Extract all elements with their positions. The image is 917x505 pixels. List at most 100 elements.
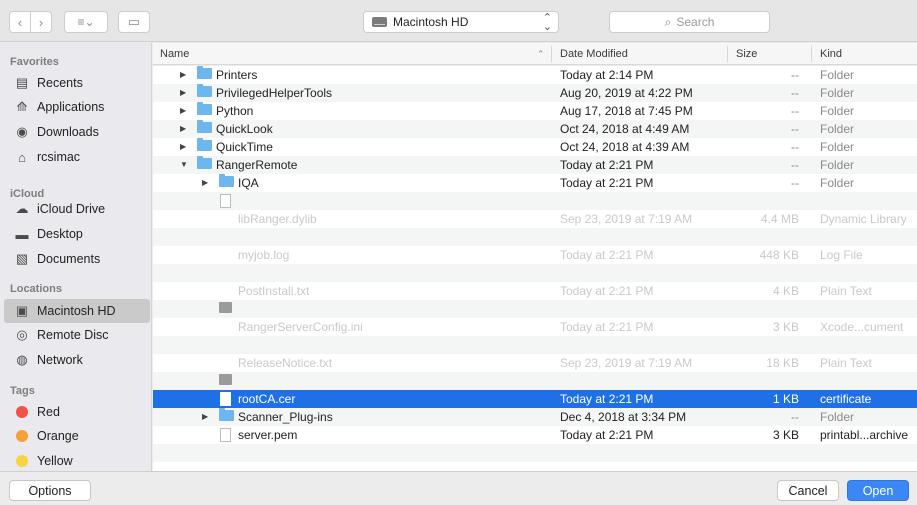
file-name: ReleaseNotice.txt bbox=[238, 356, 333, 370]
folder-row[interactable]: ▶ Scanner_Plug-ins Dec 4, 2018 at 3:34 PM -… bbox=[153, 408, 917, 426]
tag-color-dot bbox=[16, 430, 28, 442]
column-date[interactable]: Date Modified bbox=[560, 48, 628, 60]
file-size: 1 KB bbox=[772, 392, 799, 406]
hard-drive-icon: ▣ bbox=[15, 303, 29, 318]
applications-icon: ⟰ bbox=[16, 99, 28, 114]
file-row[interactable]: PostInstall.txt Today at 2:21 PM 4 KB Plain… bbox=[153, 282, 917, 300]
sidebar-item-yellow[interactable]: Yellow bbox=[4, 449, 150, 471]
disclosure-closed-icon[interactable]: ▶ bbox=[180, 88, 186, 97]
folder-icon bbox=[197, 120, 212, 133]
search-input[interactable]: ⌕ Search bbox=[609, 11, 770, 33]
folder-row[interactable]: ▶ QuickLook Oct 24, 2018 at 4:49 AM -- Folde… bbox=[153, 120, 917, 138]
tag-color-dot bbox=[16, 406, 28, 418]
sidebar-item-desktop[interactable]: ▬ Desktop bbox=[4, 222, 150, 246]
column-separator[interactable] bbox=[551, 46, 552, 62]
sidebar-item-label: Network bbox=[37, 353, 83, 367]
disclosure-closed-icon[interactable]: ▶ bbox=[180, 70, 186, 79]
folder-icon bbox=[219, 408, 234, 421]
file-name: IQA bbox=[238, 176, 259, 190]
sidebar-item-network[interactable]: ◍ Network bbox=[4, 348, 150, 372]
sidebar-item-rcsimac[interactable]: ⌂ rcsimac bbox=[4, 145, 150, 169]
tags-header: Tags bbox=[10, 385, 35, 397]
file-row[interactable] bbox=[153, 444, 917, 462]
column-name[interactable]: Name bbox=[160, 48, 189, 60]
file-row[interactable] bbox=[153, 336, 917, 354]
documents-icon: ▧ bbox=[15, 251, 29, 266]
file-name: server.pem bbox=[238, 428, 298, 442]
file-date: Dec 4, 2018 at 3:34 PM bbox=[560, 410, 687, 424]
file-row[interactable] bbox=[153, 372, 917, 390]
back-button[interactable]: ‹ bbox=[9, 11, 31, 33]
disclosure-closed-icon[interactable]: ▶ bbox=[180, 106, 186, 115]
file-row[interactable] bbox=[153, 300, 917, 318]
disclosure-open-icon[interactable]: ▼ bbox=[180, 160, 188, 169]
sidebar-item-red[interactable]: Red bbox=[4, 400, 150, 424]
disclosure-closed-icon[interactable]: ▶ bbox=[180, 124, 186, 133]
file-kind: Folder bbox=[820, 122, 855, 136]
folder-row[interactable]: ▶ Python Aug 17, 2018 at 7:45 PM -- Folder bbox=[153, 102, 917, 120]
sidebar-item-applications[interactable]: ⟰ Applications bbox=[4, 95, 150, 119]
sidebar-item-recents[interactable]: ▤ Recents bbox=[4, 71, 150, 95]
sidebar-item-icloud-drive[interactable]: ☁ iCloud Drive bbox=[4, 197, 150, 221]
disclosure-closed-icon[interactable]: ▶ bbox=[202, 412, 208, 421]
column-separator[interactable] bbox=[811, 46, 812, 62]
document-icon bbox=[220, 194, 231, 208]
file-list[interactable]: ▶ Printers Today at 2:14 PM -- Folder ▶ Privil… bbox=[153, 66, 917, 471]
sidebar-item-documents[interactable]: ▧ Documents bbox=[4, 247, 150, 271]
folder-icon bbox=[197, 84, 212, 97]
sidebar-item-label: Downloads bbox=[37, 125, 99, 139]
sidebar-item-label: rcsimac bbox=[37, 150, 81, 164]
file-row[interactable]: myjob.log Today at 2:21 PM 448 KB Log File bbox=[153, 246, 917, 264]
file-row[interactable]: server.pem Today at 2:21 PM 3 KB printabl..… bbox=[153, 426, 917, 444]
cloud-icon: ☁ bbox=[15, 201, 29, 216]
disclosure-closed-icon[interactable]: ▶ bbox=[202, 178, 208, 187]
folder-row[interactable]: ▼ RangerRemote Today at 2:21 PM -- Folder bbox=[153, 156, 917, 174]
file-kind: Folder bbox=[820, 176, 855, 190]
file-date: Oct 24, 2018 at 4:49 AM bbox=[560, 122, 690, 136]
sidebar-item-orange[interactable]: Orange bbox=[4, 424, 150, 448]
forward-button[interactable]: › bbox=[30, 11, 52, 33]
sidebar-item-remote-disc[interactable]: ◎ Remote Disc bbox=[4, 323, 150, 347]
sidebar-item-label: Orange bbox=[37, 429, 79, 443]
file-name: RangerServerConfig.ini bbox=[238, 320, 363, 334]
file-row[interactable]: rootCA.cer Today at 2:21 PM 1 KB certificat… bbox=[153, 390, 917, 408]
open-button[interactable]: Open bbox=[847, 480, 909, 501]
file-size: 18 KB bbox=[766, 356, 799, 370]
view-options-button[interactable]: ≡⌄ bbox=[64, 11, 108, 33]
options-button[interactable]: Options bbox=[9, 480, 91, 501]
updown-chevron-icon: ⌃ ⌄ bbox=[542, 12, 552, 33]
disclosure-closed-icon[interactable]: ▶ bbox=[180, 142, 186, 151]
file-name: rootCA.cer bbox=[238, 392, 296, 406]
folder-row[interactable]: ▶ QuickTime Oct 24, 2018 at 4:39 AM -- Folde… bbox=[153, 138, 917, 156]
folder-row[interactable]: ▶ PrivilegedHelperTools Aug 20, 2019 at 4:… bbox=[153, 84, 917, 102]
chevron-left-icon: ‹ bbox=[17, 14, 23, 30]
column-size[interactable]: Size bbox=[736, 48, 757, 60]
file-size: 4.4 MB bbox=[760, 212, 799, 226]
file-name: Python bbox=[216, 104, 254, 118]
new-folder-button[interactable]: ▭ bbox=[118, 11, 150, 33]
sidebar-item-macintosh-hd[interactable]: ▣ Macintosh HD bbox=[4, 299, 150, 323]
file-kind: Plain Text bbox=[820, 284, 872, 298]
disc-icon: ◎ bbox=[16, 327, 28, 342]
file-size: 4 KB bbox=[772, 284, 799, 298]
cancel-button[interactable]: Cancel bbox=[777, 480, 839, 501]
file-row[interactable]: RangerServerConfig.ini Today at 2:21 PM 3 … bbox=[153, 318, 917, 336]
file-row[interactable] bbox=[153, 192, 917, 210]
file-row[interactable]: libRanger.dylib Sep 23, 2019 at 7:19 AM 4.… bbox=[153, 210, 917, 228]
file-size: -- bbox=[791, 410, 799, 424]
file-row[interactable] bbox=[153, 228, 917, 246]
column-separator[interactable] bbox=[727, 46, 728, 62]
file-kind: Dynamic Library bbox=[820, 212, 907, 226]
location-select[interactable]: Macintosh HD ⌃ ⌄ bbox=[363, 11, 559, 33]
sidebar-item-downloads[interactable]: ◉ Downloads bbox=[4, 120, 150, 144]
file-date: Today at 2:21 PM bbox=[560, 320, 654, 334]
file-size: -- bbox=[791, 140, 799, 154]
folder-row[interactable]: ▶ Printers Today at 2:14 PM -- Folder bbox=[153, 66, 917, 84]
file-name: Printers bbox=[216, 68, 258, 82]
file-date: Sep 23, 2019 at 7:19 AM bbox=[560, 356, 693, 370]
folder-row[interactable]: ▶ IQA Today at 2:21 PM -- Folder bbox=[153, 174, 917, 192]
column-kind[interactable]: Kind bbox=[820, 48, 842, 60]
sidebar-item-label: Recents bbox=[37, 76, 83, 90]
file-row[interactable] bbox=[153, 264, 917, 282]
file-row[interactable]: ReleaseNotice.txt Sep 23, 2019 at 7:19 AM… bbox=[153, 354, 917, 372]
